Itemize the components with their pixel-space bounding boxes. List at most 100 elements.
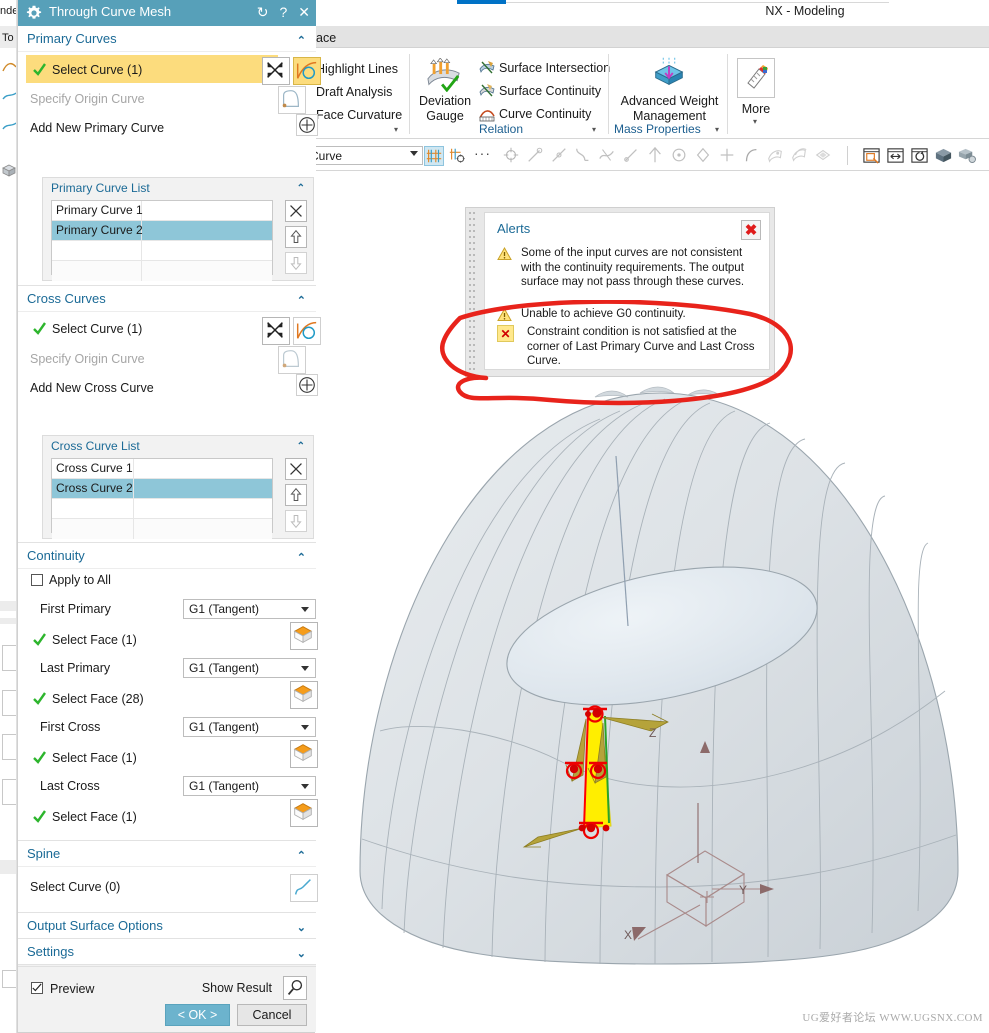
select-face-button[interactable] — [290, 681, 318, 709]
preview-checkbox[interactable] — [31, 982, 43, 994]
section-header-primary-curves[interactable]: Primary Curves ⌃ — [18, 26, 316, 52]
resource-thumb-box-3[interactable] — [2, 734, 16, 760]
ribbon-group-relation-caret[interactable]: ▾ — [592, 125, 596, 134]
cross-list-delete-button[interactable] — [285, 458, 307, 480]
cross-list-move-down-button[interactable] — [285, 510, 307, 532]
chevron-up-icon[interactable]: ⌃ — [297, 849, 306, 862]
table-row[interactable] — [52, 241, 272, 261]
ok-button[interactable]: < OK > — [165, 1004, 230, 1026]
snap-inferred-point-button[interactable] — [502, 146, 522, 166]
primary-list-delete-button[interactable] — [285, 200, 307, 222]
table-row[interactable] — [52, 261, 272, 281]
cross-add-new-button[interactable] — [296, 374, 318, 396]
primary-add-new-row[interactable]: Add New Primary Curve — [18, 114, 318, 144]
continuity-dropdown[interactable]: G1 (Tangent) — [183, 717, 316, 737]
snap-tangent-button[interactable] — [742, 146, 762, 166]
select-face-button[interactable] — [290, 740, 318, 768]
cross-select-curve-row[interactable]: Select Curve (1) — [18, 312, 321, 346]
zoom-button[interactable] — [886, 146, 906, 166]
snap-feature-button[interactable] — [814, 146, 834, 166]
primary-select-curve-row[interactable]: Select Curve (1) — [18, 52, 321, 86]
section-header-output-surface-options[interactable]: Output Surface Options ⌄ — [18, 913, 316, 939]
table-row[interactable]: Cross Curve 1 — [52, 459, 272, 479]
chevron-up-icon[interactable]: ⌃ — [297, 441, 305, 452]
snap-arc-center-button[interactable] — [622, 146, 642, 166]
cross-list-move-up-button[interactable] — [285, 484, 307, 506]
continuity-face-row-last-primary[interactable]: Select Face (28) — [18, 681, 318, 715]
snap-intersection-button[interactable] — [598, 146, 618, 166]
chevron-down-icon[interactable]: ⌄ — [297, 921, 306, 934]
cross-specify-origin-row[interactable]: Specify Origin Curve — [18, 346, 316, 376]
snap-face-button[interactable] — [766, 146, 786, 166]
primary-curve-rule-button[interactable] — [293, 57, 321, 85]
cross-curve-rule-button[interactable] — [293, 317, 321, 345]
spine-curve-button[interactable] — [290, 874, 318, 902]
section-header-continuity[interactable]: Continuity ⌃ — [18, 543, 316, 569]
advanced-weight-label-1[interactable]: Advanced Weight — [612, 94, 727, 109]
more-button[interactable] — [737, 58, 775, 98]
deviation-gauge-label-1[interactable]: Deviation — [415, 94, 475, 109]
ribbon-item-face-curvature[interactable]: Face Curvature — [316, 108, 402, 122]
shaded-style-button[interactable] — [934, 146, 954, 166]
table-row[interactable]: Primary Curve 1 — [52, 201, 272, 221]
ribbon-item-draft-analysis[interactable]: Draft Analysis — [316, 85, 392, 99]
render-style-button[interactable] — [958, 146, 978, 166]
snap-endpoint-button[interactable] — [526, 146, 546, 166]
resource-thumb-box-5[interactable] — [2, 970, 16, 988]
show-result-button[interactable] — [283, 976, 307, 1000]
primary-curve-list-table[interactable]: Primary Curve 1 Primary Curve 2 — [51, 200, 273, 281]
resource-thumb-box-2[interactable] — [2, 690, 16, 716]
continuity-face-row-first-primary[interactable]: Select Face (1) — [18, 622, 318, 656]
section-header-settings[interactable]: Settings ⌄ — [18, 939, 316, 965]
snap-body-button[interactable] — [790, 146, 810, 166]
alerts-close-button[interactable]: ✖ — [741, 220, 761, 240]
continuity-face-row-first-cross[interactable]: Select Face (1) — [18, 740, 318, 774]
primary-reverse-direction-button[interactable] — [262, 57, 290, 85]
table-row[interactable]: Cross Curve 2 — [52, 479, 272, 499]
primary-origin-curve-button[interactable] — [278, 86, 306, 114]
snap-point-on-face-button[interactable] — [694, 146, 714, 166]
continuity-dropdown[interactable]: G1 (Tangent) — [183, 599, 316, 619]
resource-thumb-box-1[interactable] — [2, 645, 16, 671]
more-caret[interactable]: ▾ — [753, 117, 757, 126]
cross-reverse-direction-button[interactable] — [262, 317, 290, 345]
apply-to-all-checkbox[interactable] — [31, 574, 43, 586]
deviation-gauge-label-2[interactable]: Gauge — [415, 109, 475, 124]
snap-more-button[interactable]: ··· — [472, 145, 494, 166]
ribbon-item-surface-intersection[interactable]: Surface Intersection — [499, 61, 610, 75]
cross-curve-list-header[interactable]: Cross Curve List ⌃ — [43, 436, 313, 457]
section-header-cross-curves[interactable]: Cross Curves ⌃ — [18, 286, 316, 312]
select-face-button[interactable] — [290, 622, 318, 650]
more-label[interactable]: More — [731, 102, 781, 117]
continuity-dropdown[interactable]: G1 (Tangent) — [183, 658, 316, 678]
section-settings[interactable]: Settings ⌄ — [18, 939, 316, 965]
apply-to-all-row[interactable]: Apply to All — [18, 569, 316, 597]
primary-list-move-up-button[interactable] — [285, 226, 307, 248]
selection-filter-combo[interactable]: Curve — [305, 146, 423, 165]
snap-point-settings-button[interactable] — [448, 146, 468, 166]
snap-point-on-curve-button[interactable] — [670, 146, 690, 166]
cross-add-new-row[interactable]: Add New Cross Curve — [18, 374, 318, 404]
snap-two-curve-intersection-button[interactable] — [718, 146, 738, 166]
close-icon[interactable]: ✕ — [298, 3, 310, 21]
cross-curve-list-table[interactable]: Cross Curve 1 Cross Curve 2 — [51, 458, 273, 539]
table-row[interactable] — [52, 519, 272, 539]
ribbon-group-analysis-caret[interactable]: ▾ — [394, 125, 398, 134]
chevron-up-icon[interactable]: ⌃ — [297, 294, 306, 307]
spine-select-curve-row[interactable]: Select Curve (0) — [18, 867, 318, 909]
chevron-down-icon[interactable]: ⌄ — [297, 947, 306, 960]
chevron-up-icon[interactable]: ⌃ — [297, 183, 305, 194]
ribbon-item-surface-continuity[interactable]: Surface Continuity — [499, 84, 601, 98]
section-output-surface-options[interactable]: Output Surface Options ⌄ — [18, 913, 316, 939]
snap-point-enabled-button[interactable] — [424, 146, 444, 166]
table-row[interactable]: Primary Curve 2 — [52, 221, 272, 241]
primary-list-move-down-button[interactable] — [285, 252, 307, 274]
primary-add-new-button[interactable] — [296, 114, 318, 136]
resource-thumb-box-4[interactable] — [2, 779, 16, 805]
ribbon-item-highlight-lines[interactable]: Highlight Lines — [316, 62, 398, 76]
snap-midpoint-button[interactable] — [550, 146, 570, 166]
fit-view-button[interactable] — [862, 146, 882, 166]
reset-icon[interactable]: ↻ — [257, 3, 269, 21]
select-face-button[interactable] — [290, 799, 318, 827]
snap-quadrant-button[interactable] — [646, 146, 666, 166]
